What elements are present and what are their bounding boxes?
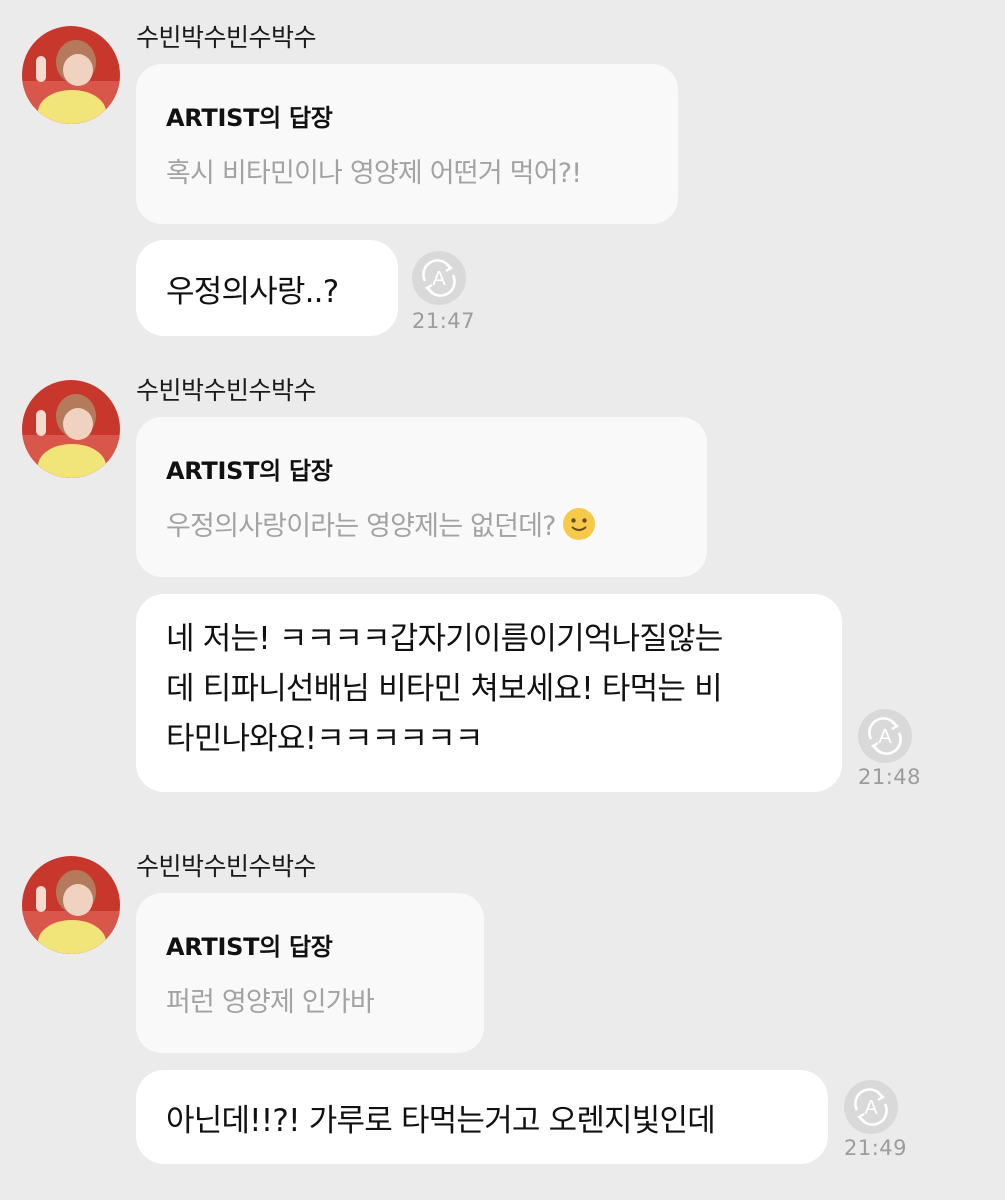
artist-reply-quote: ARTIST의 답장 우정의사랑이라는 영양제는 없던데? <box>136 417 707 577</box>
reply-header: ARTIST의 답장 <box>166 933 333 961</box>
timestamp: 21:49 <box>844 1136 908 1160</box>
message-line: 네 저는! ㅋㅋㅋㅋ갑자기이름이기억나질않는 <box>166 621 723 657</box>
artist-reply-quote: ARTIST의 답장 퍼런 영양제 인가바 <box>136 893 484 1053</box>
translate-icon[interactable]: A <box>858 709 912 763</box>
smiley-emoji-icon <box>562 507 596 541</box>
message-bubble[interactable]: 네 저는! ㅋㅋㅋㅋ갑자기이름이기억나질않는 데 티파니선배님 비타민 쳐보세요… <box>136 594 842 792</box>
timestamp: 21:47 <box>412 309 476 333</box>
message-bubble[interactable]: 아닌데!!?! 가루로 타먹는거고 오렌지빛인데 <box>136 1070 828 1164</box>
reply-header: ARTIST의 답장 <box>166 457 333 485</box>
avatar[interactable] <box>22 856 120 954</box>
sender-name: 수빈박수빈수박수 <box>136 23 317 52</box>
message-text: 아닌데!!?! 가루로 타먹는거고 오렌지빛인데 <box>166 1102 716 1139</box>
reply-text: 우정의사랑이라는 영양제는 없던데? <box>166 511 557 542</box>
sender-name: 수빈박수빈수박수 <box>136 376 317 405</box>
translate-icon[interactable]: A <box>412 251 466 305</box>
svg-text:A: A <box>878 726 892 748</box>
artist-reply-quote: ARTIST의 답장 혹시 비타민이나 영양제 어떤거 먹어?! <box>136 64 678 224</box>
timestamp: 21:48 <box>858 765 922 789</box>
reply-text: 퍼런 영양제 인가바 <box>166 987 375 1018</box>
svg-text:A: A <box>432 268 446 290</box>
avatar[interactable] <box>22 380 120 478</box>
sender-name: 수빈박수빈수박수 <box>136 852 317 881</box>
message-bubble[interactable]: 우정의사랑..? <box>136 240 398 336</box>
message-line: 데 티파니선배님 비타민 쳐보세요! 타먹는 비 <box>166 671 723 707</box>
reply-header: ARTIST의 답장 <box>166 104 333 132</box>
reply-text: 혹시 비타민이나 영양제 어떤거 먹어?! <box>166 158 582 189</box>
message-line: 타민나와요!ㅋㅋㅋㅋㅋㅋ <box>166 721 483 757</box>
avatar[interactable] <box>22 26 120 124</box>
svg-text:A: A <box>864 1097 878 1119</box>
translate-icon[interactable]: A <box>844 1080 898 1134</box>
message-text: 우정의사랑..? <box>166 273 339 310</box>
